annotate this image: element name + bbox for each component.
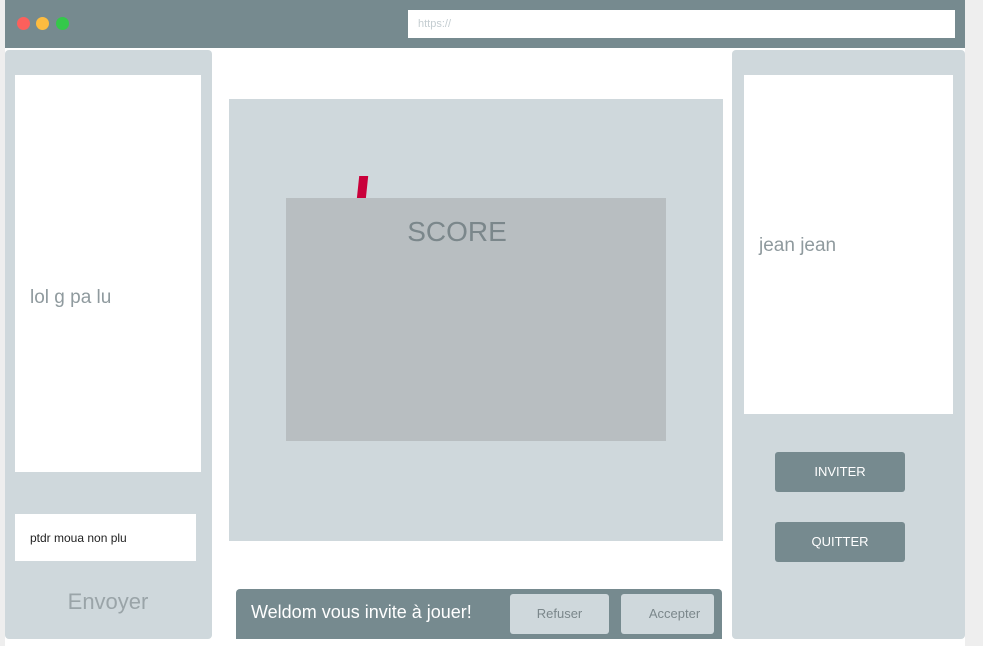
invitation-message: Weldom vous invite à jouer! <box>251 602 472 622</box>
players-panel: jean jean INVITER QUITTER <box>732 50 965 639</box>
minimize-window-icon[interactable] <box>36 17 49 30</box>
chat-message: lol g pa lu <box>30 287 112 308</box>
refuse-button[interactable]: Refuser <box>510 594 609 634</box>
browser-titlebar: https:// <box>5 0 965 48</box>
invite-button[interactable]: INVITER <box>775 452 905 492</box>
game-marker <box>356 176 369 199</box>
score-board: SCORE <box>286 198 666 441</box>
game-area[interactable]: SCORE <box>229 99 723 541</box>
message-input[interactable] <box>15 514 196 561</box>
invitation-bar: Weldom vous invite à jouer! Refuser Acce… <box>236 589 722 639</box>
players-list: jean jean <box>744 75 953 414</box>
chat-messages: lol g pa lu <box>15 75 201 472</box>
browser-window: https:// lol g pa lu Envoyer SCORE Weldo… <box>5 0 965 646</box>
quit-button[interactable]: QUITTER <box>775 522 905 562</box>
chat-panel: lol g pa lu Envoyer <box>5 50 212 639</box>
maximize-window-icon[interactable] <box>56 17 69 30</box>
accept-button[interactable]: Accepter <box>621 594 714 634</box>
player-item[interactable]: jean jean <box>759 235 836 257</box>
score-title: SCORE <box>407 216 507 247</box>
send-button[interactable]: Envoyer <box>15 580 201 624</box>
url-bar[interactable]: https:// <box>408 10 955 38</box>
close-window-icon[interactable] <box>17 17 30 30</box>
